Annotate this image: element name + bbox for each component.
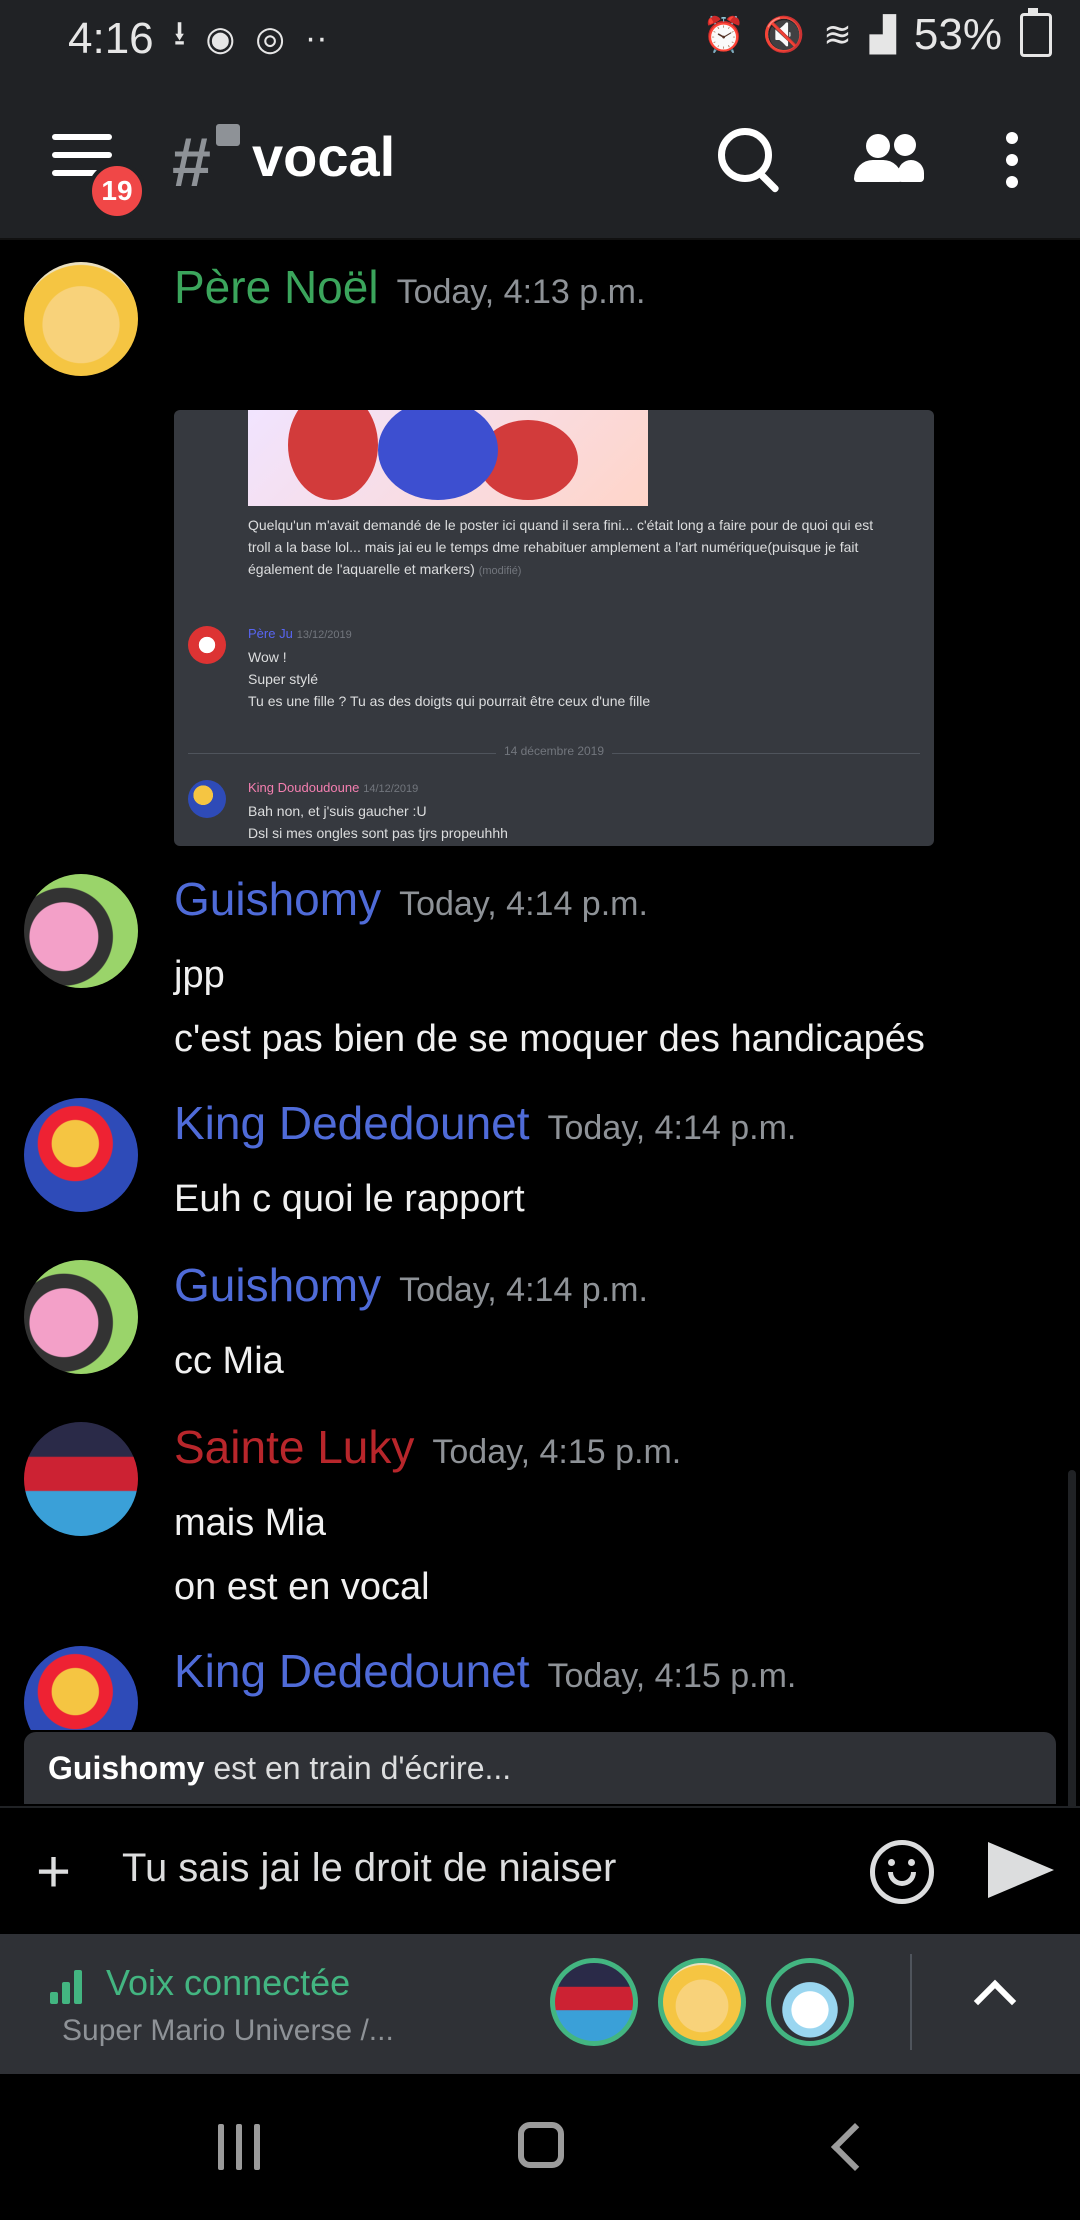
message-author[interactable]: Père Noël Today, 4:13 p.m. [174, 260, 645, 314]
message-author[interactable]: King Dededounet Today, 4:15 p.m. [174, 1644, 796, 1698]
avatar[interactable] [24, 874, 138, 988]
chevron-up-icon[interactable] [973, 1979, 1017, 2023]
message-timestamp: Today, 4:14 p.m. [399, 1271, 648, 1309]
plus-icon[interactable]: + [36, 1842, 71, 1902]
embed-line: Bah non, et j'suis gaucher :U [248, 803, 427, 819]
message-composer: + Tu sais jai le droit de niaiser [0, 1806, 1080, 1936]
voice-participant-avatar[interactable] [658, 1958, 746, 2046]
more-dots-icon: ·· [304, 19, 328, 57]
embed-line: Tu es une fille ? Tu as des doigts qui p… [248, 693, 651, 709]
embed-text: Quelqu'un m'avait demandé de le poster i… [248, 514, 898, 582]
message-author[interactable]: Guishomy Today, 4:14 p.m. [174, 1258, 648, 1312]
battery-percent: 53% [913, 10, 1002, 59]
avatar [188, 626, 226, 664]
instagram-icon: ◎ [255, 19, 285, 58]
message-text: jpp [174, 954, 225, 996]
mention-badge: 19 [88, 162, 146, 220]
avatar[interactable] [24, 1422, 138, 1536]
embed-author: King Doudoudoune [248, 780, 360, 795]
message-list[interactable]: Père Noël Today, 4:13 p.m. Quelqu'un m'av… [0, 240, 1080, 1730]
download-icon: ⭳ [173, 15, 186, 53]
embed-message: Quelqu'un m'avait demandé de le poster i… [248, 517, 874, 577]
message-timestamp: Today, 4:13 p.m. [396, 273, 646, 311]
typing-text: est en train d'écrire... [213, 1750, 512, 1786]
author-name[interactable]: Guishomy [174, 1259, 381, 1311]
image-attachment[interactable]: Quelqu'un m'avait demandé de le poster i… [174, 410, 934, 846]
members-icon[interactable] [854, 134, 924, 184]
embed-date: 14/12/2019 [363, 783, 419, 795]
voice-participant-avatar[interactable] [766, 1958, 854, 2046]
message-input[interactable]: Tu sais jai le droit de niaiser [122, 1846, 616, 1891]
overflow-icon[interactable] [1006, 132, 1018, 198]
lock-icon [216, 124, 240, 146]
avatar[interactable] [24, 1646, 138, 1730]
divider [910, 1954, 912, 2050]
embed-reply: Père Ju 13/12/2019 Wow ! Super stylé Tu … [248, 622, 650, 712]
recent-apps-icon[interactable] [218, 2124, 264, 2170]
author-name[interactable]: Sainte Luky [174, 1421, 414, 1473]
message-text: cc Mia [174, 1340, 284, 1382]
author-name[interactable]: King Dededounet [174, 1097, 530, 1149]
message-author[interactable]: Guishomy Today, 4:14 p.m. [174, 872, 648, 926]
embed-line: Super stylé [248, 671, 319, 687]
avatar[interactable] [24, 1260, 138, 1374]
message-text: mais Mia [174, 1502, 327, 1544]
status-bar: 4:16 ⭳ ◉ ◎ ·· ⏰ 🔇 ≋ ▟ 53% [0, 0, 1080, 72]
alarm-icon: ⏰ [702, 16, 745, 54]
author-name[interactable]: King Dededounet [174, 1645, 530, 1697]
embed-date: 13/12/2019 [296, 629, 352, 641]
typing-user: Guishomy [48, 1750, 205, 1786]
message-timestamp: Today, 4:15 p.m. [432, 1433, 682, 1471]
embed-reply: King Doudoudoune 14/12/2019 Bah non, et … [248, 776, 508, 844]
search-icon[interactable] [718, 128, 772, 182]
message-timestamp: Today, 4:14 p.m. [547, 1109, 797, 1147]
back-icon[interactable] [830, 2122, 880, 2172]
typing-indicator: Guishomy est en train d'écrire... [24, 1732, 1056, 1804]
voice-channel: Super Mario Universe /... [62, 2014, 394, 2047]
embed-line: Dsl si mes ongles sont pas tjrs propeuhh… [248, 825, 508, 841]
artwork-image [248, 410, 648, 506]
signal-icon: ▟ [869, 16, 896, 54]
avatar [188, 780, 226, 818]
author-name[interactable]: Guishomy [174, 873, 381, 925]
hash-lock-icon: # [172, 123, 211, 201]
message-author[interactable]: King Dededounet Today, 4:14 p.m. [174, 1096, 796, 1150]
message-timestamp: Today, 4:15 p.m. [547, 1657, 797, 1695]
battery-icon [1020, 8, 1052, 57]
discord-icon: ◉ [205, 19, 236, 58]
edited-label: (modifié) [478, 565, 522, 577]
message-text: on est en vocal [174, 1566, 430, 1608]
author-name[interactable]: Père Noël [174, 261, 379, 313]
wifi-icon: ≋ [823, 16, 852, 54]
home-icon[interactable] [518, 2122, 564, 2168]
avatar[interactable] [24, 1098, 138, 1212]
voice-participant-avatar[interactable] [550, 1958, 638, 2046]
embed-line: Wow ! [248, 649, 287, 665]
send-icon[interactable] [988, 1842, 1054, 1898]
embed-author: Père Ju [248, 626, 293, 641]
signal-icon [50, 1970, 90, 2004]
message-text: c'est pas bien de se moquer des handicap… [174, 1018, 925, 1060]
mute-icon: 🔇 [762, 16, 806, 54]
channel-header: 19 # vocal [0, 72, 1080, 240]
date-divider-label: 14 décembre 2019 [174, 744, 934, 758]
voice-connected-bar[interactable]: Voix connectée Super Mario Universe /... [0, 1934, 1080, 2074]
channel-title: vocal [252, 125, 396, 188]
message-author[interactable]: Sainte Luky Today, 4:15 p.m. [174, 1420, 681, 1474]
voice-status: Voix connectée [106, 1962, 351, 2003]
message-text: Euh c quoi le rapport [174, 1178, 525, 1220]
system-nav-bar [0, 2074, 1080, 2220]
message-timestamp: Today, 4:14 p.m. [399, 885, 648, 923]
avatar[interactable] [24, 262, 138, 376]
clock: 4:16 [68, 13, 154, 63]
emoji-icon[interactable] [870, 1840, 934, 1904]
